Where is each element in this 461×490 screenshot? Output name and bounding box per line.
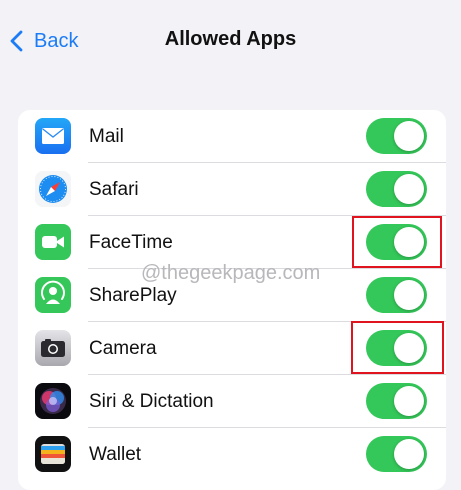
toggle-knob — [394, 386, 424, 416]
allowed-apps-list: Mail Safari FaceTime SharePlay Camera Si… — [18, 110, 446, 490]
toggle-knob — [394, 174, 424, 204]
app-label: Mail — [89, 126, 124, 147]
app-label: Siri & Dictation — [89, 391, 214, 412]
list-item-siri: Siri & Dictation — [18, 375, 446, 428]
safari-icon — [35, 171, 71, 207]
list-item-wallet: Wallet — [18, 428, 446, 481]
safari-toggle[interactable] — [366, 171, 427, 207]
app-label: Camera — [89, 338, 157, 359]
siri-toggle[interactable] — [366, 383, 427, 419]
facetime-toggle-highlight — [352, 216, 442, 268]
navigation-bar: Back Allowed Apps — [0, 0, 461, 84]
shareplay-toggle[interactable] — [366, 277, 427, 313]
wallet-icon — [35, 436, 71, 472]
watermark: @thegeekpage.com — [141, 262, 321, 284]
list-item-safari: Safari — [18, 163, 446, 216]
page-title: Allowed Apps — [164, 28, 297, 50]
app-label: Safari — [89, 179, 139, 200]
facetime-icon — [35, 224, 71, 260]
siri-icon — [35, 383, 71, 419]
mail-toggle[interactable] — [366, 118, 427, 154]
wallet-toggle[interactable] — [366, 436, 427, 472]
camera-toggle-highlight — [351, 321, 444, 374]
toggle-knob — [394, 280, 424, 310]
toggle-knob — [394, 439, 424, 469]
list-item-mail: Mail — [18, 110, 446, 163]
app-label: Wallet — [89, 444, 142, 465]
toggle-knob — [394, 121, 424, 151]
mail-icon — [35, 118, 71, 154]
camera-icon — [35, 330, 71, 366]
shareplay-icon — [35, 277, 71, 313]
